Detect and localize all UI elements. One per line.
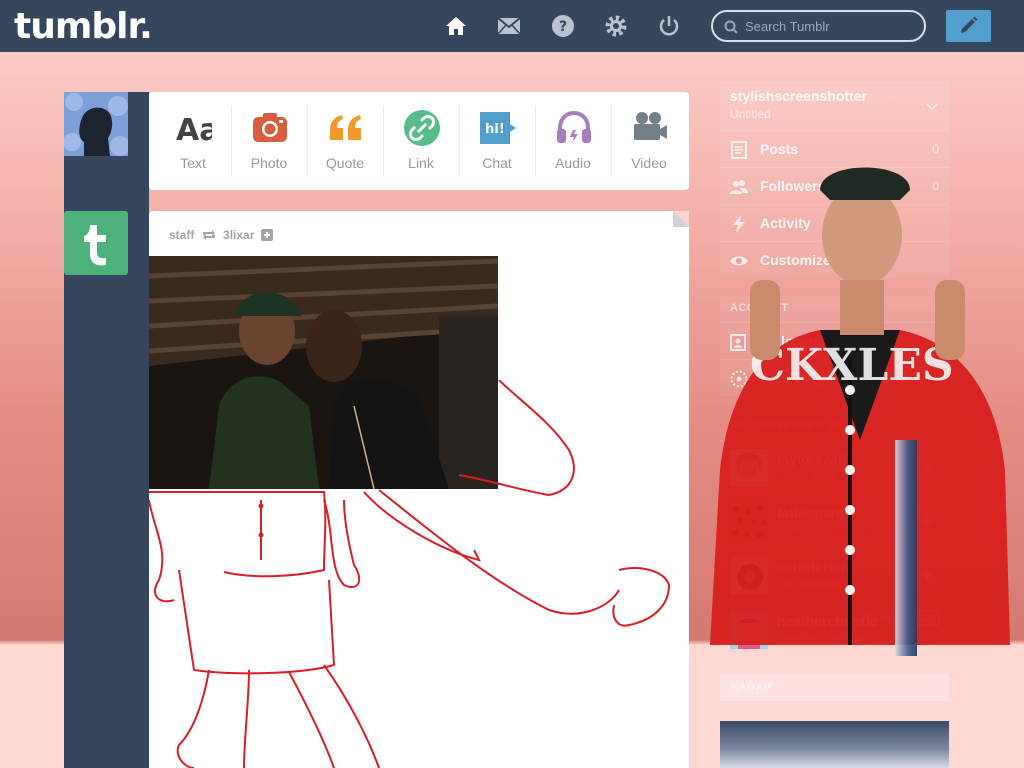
- plus-icon: [921, 461, 933, 473]
- blog-title: Taylor Swift: [777, 469, 839, 483]
- post-type-label: Text: [180, 155, 206, 171]
- glitch-strip: [895, 440, 917, 656]
- post-author-link[interactable]: staff: [169, 228, 194, 242]
- search-input[interactable]: [745, 17, 915, 35]
- post-type-audio[interactable]: Audio: [535, 92, 611, 190]
- chevron-right-icon: [932, 374, 939, 385]
- chat-icon: hi!: [480, 112, 516, 144]
- blog-avatar[interactable]: [730, 611, 768, 649]
- post-type-photo[interactable]: Photo: [231, 92, 307, 190]
- activity-icon: [733, 215, 745, 233]
- blog-subtitle: Untitled: [730, 107, 771, 121]
- blog-title: Heather Christie: [777, 631, 864, 645]
- search-box[interactable]: [711, 10, 926, 42]
- plus-icon: [921, 569, 933, 581]
- eye-icon: [730, 256, 748, 266]
- post-reblog-source-link[interactable]: 3lixar: [223, 228, 254, 242]
- post-type-label: Audio: [555, 155, 591, 171]
- tumblr-logo[interactable]: tumblr.: [14, 6, 153, 47]
- reblog-icon: [202, 229, 215, 240]
- post-corner-fold: [673, 211, 689, 227]
- sidebar-item-count: 0: [932, 179, 939, 193]
- home-icon[interactable]: [444, 14, 468, 38]
- compass-icon: [730, 370, 748, 388]
- sidebar-item-label: Activity: [760, 215, 811, 231]
- blog-name[interactable]: carinteriors: [777, 559, 854, 575]
- sidebar-item-label: Following 2 blogs: [760, 333, 879, 349]
- post-type-link[interactable]: Link: [383, 92, 459, 190]
- post-header: staff 3lixar: [169, 227, 273, 243]
- quote-icon: [330, 115, 361, 140]
- dashboard-rail: [64, 92, 149, 768]
- power-icon[interactable]: [657, 14, 681, 38]
- blog-avatar[interactable]: [730, 557, 768, 595]
- sidebar-item-label: Customize: [760, 252, 831, 268]
- post-type-bar: Aa Text Photo Quote Link hi! Chat Audio …: [149, 92, 689, 190]
- post-type-label: Link: [408, 155, 434, 171]
- blog-name[interactable]: fatleopard: [777, 505, 845, 521]
- recommended-section-title: RECOMMENDED BLOGS: [730, 420, 870, 432]
- link-icon: [404, 110, 440, 146]
- gear-icon[interactable]: [604, 14, 628, 38]
- post-drawing: [149, 380, 671, 768]
- sidebar-item-count: 0: [932, 142, 939, 156]
- sidebar-item-customize[interactable]: Customize: [720, 241, 949, 278]
- staff-avatar[interactable]: [64, 211, 128, 275]
- post-type-label: Chat: [482, 155, 512, 171]
- video-icon: [634, 112, 667, 140]
- account-section-title: ACCOUNT: [730, 302, 789, 314]
- help-icon[interactable]: ?: [551, 14, 575, 38]
- post-type-text[interactable]: Aa Text: [155, 92, 231, 190]
- user-avatar[interactable]: [64, 92, 128, 156]
- follow-button[interactable]: [915, 509, 939, 533]
- sidebar-item-find-blogs[interactable]: Find Blogs: [720, 359, 949, 396]
- blog-title: Car Interiors: [777, 577, 844, 591]
- sidebar-item-following[interactable]: Following 2 blogs: [720, 322, 949, 359]
- posts-icon: [731, 141, 747, 159]
- search-icon: [724, 20, 738, 34]
- radar-image[interactable]: [720, 721, 949, 768]
- chevron-down-icon[interactable]: [926, 103, 938, 111]
- blog-name[interactable]: stylishscreenshotter: [730, 88, 867, 104]
- post-type-video[interactable]: Video: [611, 92, 687, 190]
- blog-name[interactable]: taylorswift: [777, 451, 847, 467]
- following-icon: [730, 334, 746, 351]
- post-type-label: Video: [631, 155, 667, 171]
- svg-text:hi!: hi!: [485, 122, 505, 137]
- blog-avatar[interactable]: [730, 449, 768, 487]
- footer-privacy-link[interactable]: Privacy: [860, 612, 896, 624]
- follow-button[interactable]: [915, 455, 939, 479]
- pencil-icon: [961, 16, 978, 33]
- compose-button[interactable]: [946, 10, 991, 42]
- sidebar-item-followers[interactable]: Followers 0: [720, 167, 949, 204]
- followers-icon: [730, 180, 748, 194]
- blog-avatar[interactable]: [730, 503, 768, 541]
- headphones-icon: [557, 110, 591, 143]
- camera-icon: [253, 113, 287, 142]
- svg-text:Aa: Aa: [176, 113, 212, 146]
- top-navigation-bar: tumblr. ?: [0, 0, 1024, 52]
- svg-text:?: ?: [559, 19, 567, 35]
- sidebar-item-label: Posts: [760, 141, 799, 157]
- sidebar-item-label: Followers: [760, 178, 826, 194]
- sidebar-item-activity[interactable]: Activity: [720, 204, 949, 241]
- sidebar-item-posts[interactable]: Posts 0: [720, 130, 949, 167]
- post-type-quote[interactable]: Quote: [307, 92, 383, 190]
- follow-plus-icon[interactable]: [260, 228, 273, 241]
- post-type-label: Quote: [325, 155, 365, 171]
- radar-section-title: RADAR: [730, 681, 773, 693]
- mail-icon[interactable]: [497, 14, 521, 38]
- post-type-label: Photo: [250, 155, 288, 171]
- plus-icon: [921, 515, 933, 527]
- sidebar-item-label: Find Blogs: [760, 370, 833, 386]
- keyboard-icon[interactable]: [914, 610, 940, 626]
- post-type-chat[interactable]: hi! Chat: [459, 92, 535, 190]
- follow-button[interactable]: [915, 563, 939, 587]
- text-icon: Aa: [176, 113, 212, 146]
